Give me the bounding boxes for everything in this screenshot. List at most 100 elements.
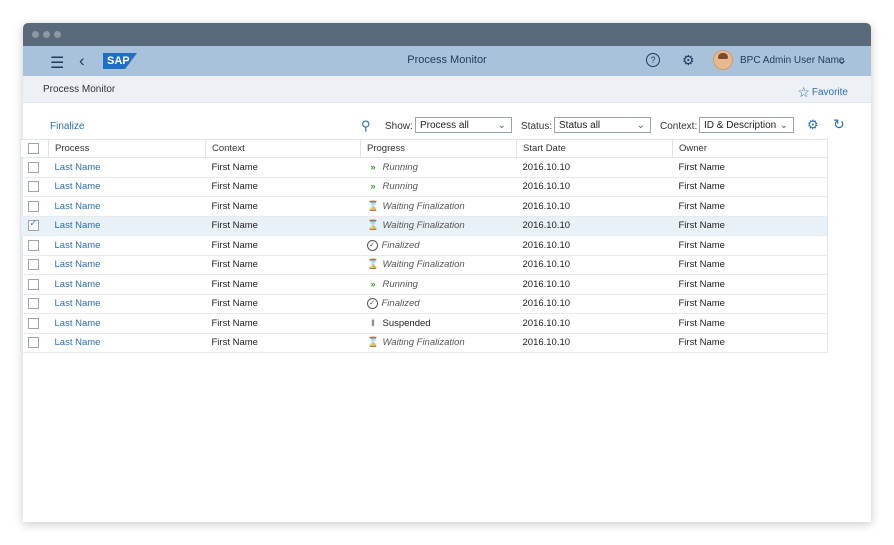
- favorite-button[interactable]: ☆ Favorite: [797, 82, 848, 100]
- progress-cell: ⌛ Waiting Finalization: [360, 196, 517, 217]
- progress-status: Suspended: [382, 317, 431, 329]
- start-date-cell: 2016.10.10: [516, 255, 673, 275]
- row-checkbox[interactable]: [27, 259, 39, 271]
- hourglass-icon: ⌛: [367, 200, 379, 212]
- progress-cell: ⌛ Waiting Finalization: [360, 255, 517, 275]
- table-row[interactable]: Last NameFirst Name⌛Waiting Finalization…: [20, 196, 828, 217]
- user-name[interactable]: BPC Admin User Name: [740, 55, 844, 66]
- row-checkbox[interactable]: [27, 181, 39, 193]
- row-select-cell: [20, 313, 49, 334]
- progress-status: Finalized: [381, 239, 420, 251]
- page-title: Process Monitor: [43, 84, 116, 95]
- progress-status: Waiting Finalization: [382, 220, 465, 232]
- search-icon[interactable]: ⚲: [361, 118, 371, 134]
- row-checkbox[interactable]: [27, 317, 39, 329]
- row-select-cell: [20, 157, 49, 178]
- row-select-cell: [20, 196, 49, 217]
- shell-bar: ☰ ‹ SAP Process Monitor ? ⚙ BPC Admin Us…: [23, 46, 871, 76]
- refresh-icon[interactable]: ↻: [833, 116, 845, 133]
- process-link[interactable]: Last Name: [55, 298, 101, 309]
- start-date-cell: 2016.10.10: [516, 333, 673, 353]
- row-checkbox[interactable]: [27, 278, 39, 290]
- progress-cell: ⌛ Waiting Finalization: [360, 333, 517, 353]
- table-row[interactable]: Last Name First Name» Running 2016.10.10 Fir…: [20, 274, 828, 295]
- table-row[interactable]: Last Name First Name ‖ Suspended 2016.10.10 F…: [20, 313, 828, 334]
- row-checkbox[interactable]: [27, 161, 39, 173]
- process-link[interactable]: Last Name: [55, 318, 101, 329]
- process-link[interactable]: Last Name: [55, 279, 101, 290]
- column-header-start-date[interactable]: Start Date: [516, 139, 673, 158]
- start-date-cell: 2016.10.10: [516, 274, 673, 295]
- window-titlebar: [23, 23, 871, 46]
- check-circle-icon: ✓: [366, 298, 378, 310]
- finalize-button[interactable]: Finalize: [50, 121, 84, 132]
- progress-cell: » Running: [360, 274, 517, 295]
- process-link[interactable]: Last Name: [55, 259, 101, 270]
- table-row[interactable]: Last Name First Name» Running 2016.10.10 Fir…: [20, 157, 828, 178]
- context-cell: First Name: [205, 235, 361, 256]
- process-link[interactable]: Last Name: [55, 162, 101, 173]
- table-row[interactable]: Last Name First Name» Running 2016.10.10 Fir…: [20, 177, 828, 197]
- owner-cell: First Name: [672, 333, 828, 353]
- window-minimize-dot[interactable]: [43, 31, 50, 38]
- context-cell: First Name: [205, 255, 361, 275]
- select-all-checkbox[interactable]: [28, 142, 39, 154]
- progress-status: Running: [382, 181, 418, 193]
- help-icon[interactable]: ?: [646, 53, 660, 67]
- context-cell: First Name: [205, 216, 361, 236]
- row-checkbox[interactable]: [27, 200, 39, 212]
- process-link[interactable]: Last Name: [55, 240, 101, 251]
- row-checkbox[interactable]: [27, 239, 39, 251]
- process-cell: Last Name: [48, 177, 206, 197]
- column-header-progress[interactable]: Progress: [360, 139, 517, 158]
- table-row[interactable]: Last NameFirst Name⌛Waiting Finalization…: [20, 255, 828, 275]
- hourglass-icon: ⌛: [367, 337, 379, 349]
- table-row[interactable]: Last Name First Name ✓ Finalized 2016.10.10 F…: [20, 235, 828, 256]
- context-cell: First Name: [205, 274, 361, 295]
- context-cell: First Name: [205, 333, 361, 353]
- context-select[interactable]: ID & Description ⌄: [699, 117, 794, 133]
- process-link[interactable]: Last Name: [55, 337, 101, 348]
- page-header: Process Monitor ☆ Favorite: [23, 76, 871, 103]
- row-select-cell: [20, 177, 49, 197]
- show-select[interactable]: Process all ⌄: [415, 117, 512, 133]
- start-date-cell: 2016.10.10: [516, 294, 673, 314]
- hourglass-icon: ⌛: [367, 259, 379, 271]
- window-close-dot[interactable]: [32, 31, 39, 38]
- running-icon: »: [370, 181, 376, 193]
- row-checkbox[interactable]: [27, 298, 39, 310]
- running-icon: »: [370, 161, 376, 173]
- start-date-cell: 2016.10.10: [516, 313, 673, 334]
- check-circle-icon: ✓: [366, 239, 378, 251]
- owner-cell: First Name: [672, 196, 828, 217]
- context-cell: First Name: [205, 294, 361, 314]
- avatar[interactable]: [713, 50, 733, 70]
- row-checkbox[interactable]: [27, 337, 39, 349]
- process-link[interactable]: Last Name: [55, 201, 101, 212]
- select-all-cell: [20, 139, 49, 158]
- column-header-process[interactable]: Process: [48, 139, 206, 158]
- status-select[interactable]: Status all ⌄: [554, 117, 651, 133]
- row-select-cell: [20, 255, 49, 275]
- process-link[interactable]: Last Name: [55, 181, 101, 192]
- progress-cell: ✓ Finalized: [360, 235, 517, 256]
- row-checkbox[interactable]: [27, 218, 39, 232]
- user-menu-chevron-icon[interactable]: ⌄: [836, 51, 848, 68]
- column-header-context[interactable]: Context: [205, 139, 361, 158]
- settings-gear-icon[interactable]: ⚙: [682, 52, 695, 69]
- row-select-cell: [20, 274, 49, 295]
- table-settings-gear-icon[interactable]: ⚙: [807, 117, 819, 133]
- context-cell: First Name: [205, 196, 361, 217]
- context-cell: First Name: [205, 157, 361, 178]
- star-icon: ☆: [797, 84, 810, 100]
- owner-cell: First Name: [672, 255, 828, 275]
- process-cell: Last Name: [48, 157, 206, 178]
- start-date-cell: 2016.10.10: [516, 157, 673, 178]
- table-row[interactable]: Last NameFirst Name⌛Waiting Finalization…: [20, 216, 828, 236]
- owner-cell: First Name: [672, 294, 828, 314]
- table-row[interactable]: Last Name First Name ✓ Finalized 2016.10.10 F…: [20, 294, 828, 314]
- process-link[interactable]: Last Name: [55, 220, 101, 231]
- window-maximize-dot[interactable]: [54, 31, 61, 38]
- table-row[interactable]: Last NameFirst Name⌛Waiting Finalization…: [20, 333, 828, 353]
- column-header-owner[interactable]: Owner: [672, 139, 828, 158]
